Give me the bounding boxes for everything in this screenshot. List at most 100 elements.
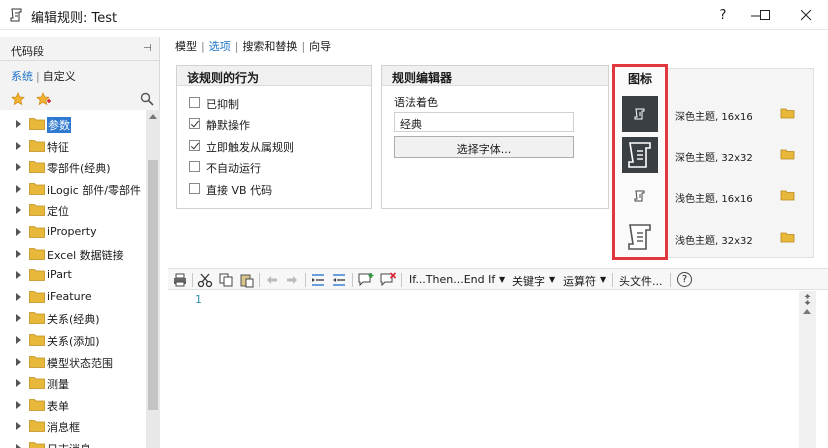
folder-icon: [29, 376, 45, 390]
expand-arrow-icon[interactable]: [16, 400, 21, 409]
scroll-up-icon[interactable]: [149, 114, 157, 119]
editor-scrollbar[interactable]: [799, 291, 816, 448]
scroll-up-icon[interactable]: [803, 309, 811, 314]
expand-arrow-icon[interactable]: [16, 357, 21, 366]
snippets-sidebar: 代码段 ⊣ 系统 | 自定义 参数 特征 零部件(经典) iLogic 部件/零部件 定位 i…: [0, 37, 160, 448]
tree-item[interactable]: iProperty: [0, 221, 146, 243]
paste-icon[interactable]: [239, 272, 255, 288]
tree-item[interactable]: iPart: [0, 264, 146, 286]
comment-icon[interactable]: [357, 272, 375, 288]
checkbox[interactable]: [189, 118, 200, 129]
maximize-button[interactable]: [742, 0, 788, 30]
indent-icon[interactable]: [310, 272, 326, 288]
print-icon[interactable]: [172, 272, 188, 288]
choose-font-button[interactable]: 选择字体...: [394, 136, 574, 158]
scrollbar-thumb[interactable]: [148, 160, 158, 410]
syntax-select[interactable]: 经典: [394, 112, 574, 132]
tab-system[interactable]: 系统: [11, 70, 33, 83]
expand-arrow-icon[interactable]: [16, 444, 21, 448]
tree-item-label: Excel 数据链接: [47, 248, 124, 262]
checkbox[interactable]: [189, 161, 200, 172]
header-file-button[interactable]: 头文件...: [619, 273, 663, 289]
tree-item[interactable]: 模型状态范围: [0, 351, 146, 373]
outdent-icon[interactable]: [331, 272, 347, 288]
theme-row-dark-16: 深色主题, 16x16: [675, 106, 815, 123]
folder-open-icon[interactable]: [780, 107, 795, 119]
copy-icon[interactable]: [218, 272, 234, 288]
redo-icon[interactable]: [284, 272, 300, 288]
tab-search-replace[interactable]: 搜索和替换: [242, 40, 297, 53]
folder-open-icon[interactable]: [780, 189, 795, 201]
expand-arrow-icon[interactable]: [16, 314, 21, 323]
expand-arrow-icon[interactable]: [16, 422, 21, 431]
expand-arrow-icon[interactable]: [16, 206, 21, 215]
icons-title: 图标: [627, 72, 652, 86]
tree-item[interactable]: 关系(经典): [0, 307, 146, 329]
sidebar-header: 代码段 ⊣: [0, 37, 160, 61]
expand-arrow-icon[interactable]: [16, 141, 21, 150]
expand-arrow-icon[interactable]: [16, 163, 21, 172]
sidebar-title: 代码段: [11, 45, 44, 58]
expand-arrow-icon[interactable]: [16, 292, 21, 301]
tree-item[interactable]: 关系(添加): [0, 329, 146, 351]
help-icon[interactable]: ?: [677, 272, 692, 287]
pin-icon[interactable]: ⊣: [143, 43, 152, 54]
tree-item[interactable]: 消息框: [0, 415, 146, 437]
tree-item-label: 特征: [47, 140, 69, 154]
tree-item[interactable]: 表单: [0, 394, 146, 416]
chevron-down-icon[interactable]: ▼: [600, 275, 606, 284]
tree-item[interactable]: 特征: [0, 135, 146, 157]
search-icon[interactable]: [140, 92, 154, 106]
folder-icon: [29, 441, 45, 448]
folder-open-icon[interactable]: [780, 231, 795, 243]
expand-arrow-icon[interactable]: [16, 379, 21, 388]
tree-item[interactable]: iFeature: [0, 286, 146, 308]
chevron-down-icon[interactable]: ▼: [549, 275, 555, 284]
keywords-button[interactable]: 关键字: [512, 273, 545, 289]
folder-open-icon[interactable]: [780, 148, 795, 160]
tab-model[interactable]: 模型: [175, 40, 197, 53]
if-then-button[interactable]: If...Then...End If: [409, 273, 495, 286]
expand-arrow-icon[interactable]: [16, 271, 21, 280]
light-16-scroll-icon[interactable]: [622, 178, 658, 214]
tree-item[interactable]: Excel 数据链接: [0, 243, 146, 265]
checkbox[interactable]: [189, 140, 200, 151]
expand-arrow-icon[interactable]: [16, 336, 21, 344]
tree-item[interactable]: 零部件(经典): [0, 156, 146, 178]
favorites-star-icon[interactable]: [11, 92, 25, 106]
expand-arrow-icon[interactable]: [16, 249, 21, 258]
close-button[interactable]: [783, 0, 828, 30]
folder-icon: [29, 311, 45, 325]
tab-custom[interactable]: 自定义: [43, 70, 76, 83]
undo-icon[interactable]: [264, 272, 280, 288]
expand-arrow-icon[interactable]: [16, 120, 21, 128]
code-editor[interactable]: 1: [168, 291, 828, 448]
expand-arrow-icon[interactable]: [16, 228, 21, 236]
tree-item[interactable]: 测量: [0, 372, 146, 394]
tab-wizard[interactable]: 向导: [309, 40, 331, 53]
tree-item[interactable]: 参数: [0, 113, 146, 135]
operators-button[interactable]: 运算符: [563, 273, 596, 289]
theme-row-light-16: 浅色主题, 16x16: [675, 188, 815, 205]
tree-item[interactable]: iLogic 部件/零部件: [0, 178, 146, 200]
tree-item-label: 关系(添加): [47, 335, 100, 348]
light-32-scroll-icon[interactable]: [622, 219, 658, 255]
chevron-down-icon[interactable]: ▼: [499, 275, 505, 284]
add-favorite-star-icon[interactable]: [36, 92, 52, 106]
uncomment-icon[interactable]: [379, 272, 397, 288]
checkbox[interactable]: [189, 97, 200, 108]
checkbox[interactable]: [189, 183, 200, 194]
tab-options[interactable]: 选项: [209, 40, 231, 53]
tree-item-label: iFeature: [47, 289, 92, 303]
split-handle-icon[interactable]: [802, 294, 813, 305]
sidebar-scrollbar[interactable]: [146, 110, 160, 448]
editor-toolbar: If...Then...End If ▼ 关键字 ▼ 运算符 ▼ 头文件... …: [168, 268, 828, 290]
cut-icon[interactable]: [197, 272, 213, 288]
expand-arrow-icon[interactable]: [16, 184, 21, 193]
folder-icon: [29, 398, 45, 411]
rule-editor-title: 规则编辑器: [382, 66, 608, 86]
dark-32-scroll-icon[interactable]: [622, 137, 658, 173]
tree-item[interactable]: 定位: [0, 199, 146, 221]
dark-16-scroll-icon[interactable]: [622, 96, 658, 132]
tree-item[interactable]: 日志消息: [0, 437, 146, 448]
